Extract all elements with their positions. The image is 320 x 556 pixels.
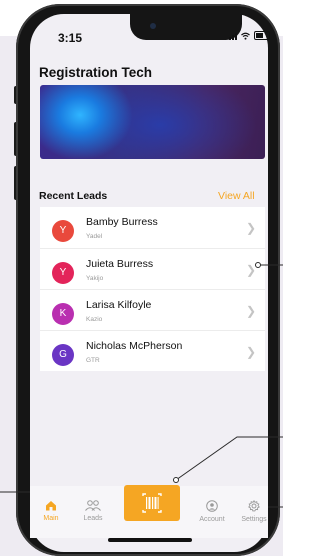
- chevron-right-icon: ❯: [246, 345, 257, 359]
- lead-row-larisa-kilfoyle[interactable]: K Larisa Kilfoyle Kazio ❯: [40, 289, 265, 331]
- lead-row-bamby-burress[interactable]: Y Bamby Burress Yadel ❯: [40, 207, 265, 248]
- barcode-scan-icon: [142, 493, 162, 513]
- tab-leads[interactable]: Leads: [78, 500, 108, 522]
- notch: [130, 14, 242, 40]
- gear-icon: [248, 499, 260, 512]
- tab-settings[interactable]: Settings: [238, 499, 270, 523]
- app-title: Registration Tech: [39, 65, 153, 80]
- lead-name: Juieta Burress: [86, 258, 154, 270]
- lead-row-nicholas-mcpherson[interactable]: G Nicholas McPherson GTR ❯: [40, 330, 265, 372]
- chevron-right-icon: ❯: [246, 221, 257, 235]
- lead-company: Yadel: [86, 233, 103, 240]
- camera-dot: [150, 23, 156, 29]
- tab-account-label: Account: [199, 516, 225, 523]
- tab-settings-label: Settings: [241, 516, 267, 523]
- home-icon: [46, 501, 56, 511]
- lead-name: Bamby Burress: [86, 216, 158, 228]
- status-time: 3:15: [58, 31, 83, 45]
- battery-icon: [254, 31, 270, 40]
- avatar: K: [52, 303, 74, 325]
- people-icon: [85, 500, 101, 511]
- lead-name: Larisa Kilfoyle: [86, 299, 152, 311]
- home-indicator[interactable]: [108, 538, 192, 542]
- lead-company: Yakijo: [86, 275, 104, 282]
- lead-company: GTR: [86, 357, 100, 364]
- wifi-icon: [241, 32, 250, 40]
- tab-main[interactable]: Main: [36, 500, 66, 522]
- cellular-signal-icon: [229, 32, 237, 40]
- lead-company: Kazio: [86, 316, 103, 323]
- hero-banner: [40, 85, 265, 159]
- avatar: G: [52, 344, 74, 366]
- chevron-right-icon: ❯: [246, 304, 257, 318]
- scan-badge-button[interactable]: [124, 485, 180, 521]
- lead-name: Nicholas McPherson: [86, 340, 183, 352]
- recent-leads-heading: Recent Leads: [39, 190, 108, 202]
- lead-row-juieta-burress[interactable]: Y Juieta Burress Yakijo ❯: [40, 248, 265, 290]
- avatar: Y: [52, 220, 74, 242]
- tab-leads-label: Leads: [83, 515, 103, 522]
- chevron-right-icon: ❯: [246, 263, 257, 277]
- account-icon: [206, 500, 218, 512]
- tab-main-label: Main: [43, 515, 59, 522]
- status-icons: [229, 31, 270, 40]
- avatar: Y: [52, 262, 74, 284]
- view-all-link[interactable]: View All: [218, 190, 255, 202]
- recent-leads-list: Y Bamby Burress Yadel ❯ Y Juieta Burress…: [40, 207, 265, 371]
- tab-account[interactable]: Account: [197, 500, 227, 523]
